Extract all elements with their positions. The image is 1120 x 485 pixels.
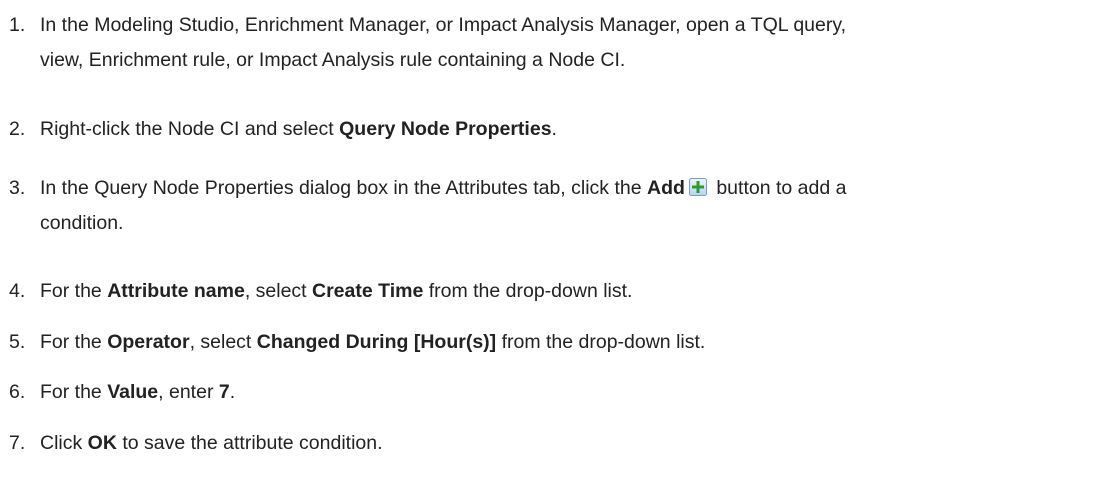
step-text-segment: For the bbox=[40, 381, 108, 403]
step-text-segment: to save the attribute condition. bbox=[116, 432, 383, 454]
step-text-line: condition. bbox=[40, 212, 124, 234]
ui-term: Value bbox=[107, 381, 159, 403]
step-text-segment: Right-click the Node CI and select bbox=[40, 118, 340, 140]
step-text: Right-click the Node CI and select Query… bbox=[40, 112, 557, 147]
step-text-segment: . bbox=[229, 381, 236, 403]
step-text: In the Modeling Studio, Enrichment Manag… bbox=[40, 8, 846, 78]
ui-term: Query Node Properties bbox=[339, 118, 552, 140]
step-text-segment: from the drop-down list. bbox=[423, 280, 633, 302]
step-text-segment: from the drop-down list. bbox=[496, 331, 706, 353]
step-number: 1. bbox=[9, 14, 26, 36]
ui-term: OK bbox=[87, 432, 117, 454]
step-text: For the Attribute name, select Create Ti… bbox=[40, 274, 632, 309]
step-text: Click OK to save the attribute condition… bbox=[40, 426, 383, 461]
ui-term: Attribute name bbox=[107, 280, 245, 302]
step-number: 7. bbox=[9, 432, 26, 454]
instruction-steps: 1. In the Modeling Studio, Enrichment Ma… bbox=[0, 0, 1120, 485]
step-number: 6. bbox=[9, 381, 26, 403]
ui-term: Create Time bbox=[312, 280, 424, 302]
step-text-line: view, Enrichment rule, or Impact Analysi… bbox=[40, 49, 626, 71]
ui-term: Operator bbox=[107, 331, 190, 353]
step-text-segment: Click bbox=[40, 432, 88, 454]
step-text: In the Query Node Properties dialog box … bbox=[40, 171, 846, 241]
step-text-segment: button to add a bbox=[710, 177, 847, 199]
ui-term: Changed During [Hour(s)] bbox=[256, 331, 497, 353]
step-text-segment: . bbox=[551, 118, 557, 140]
step-text-segment: , select bbox=[189, 331, 257, 353]
ui-term: 7 bbox=[218, 381, 230, 403]
step-text-segment: , enter bbox=[158, 381, 219, 403]
step-number: 5. bbox=[9, 331, 26, 353]
step-text-segment: For the bbox=[40, 331, 108, 353]
add-plus-icon bbox=[688, 173, 707, 196]
step-number: 2. bbox=[9, 118, 26, 140]
step-text-segment: , select bbox=[244, 280, 313, 302]
step-text-segment: In the Query Node Properties dialog box … bbox=[40, 177, 648, 199]
step-number: 3. bbox=[9, 177, 26, 199]
ui-term: Add bbox=[647, 177, 685, 199]
step-text-line: In the Modeling Studio, Enrichment Manag… bbox=[40, 14, 847, 36]
step-text: For the Operator, select Changed During … bbox=[40, 325, 705, 360]
step-number: 4. bbox=[9, 280, 26, 302]
step-text-line: In the Query Node Properties dialog box … bbox=[40, 171, 846, 206]
step-text-segment: For the bbox=[40, 280, 108, 302]
step-text: For the Value, enter 7. bbox=[40, 375, 235, 410]
